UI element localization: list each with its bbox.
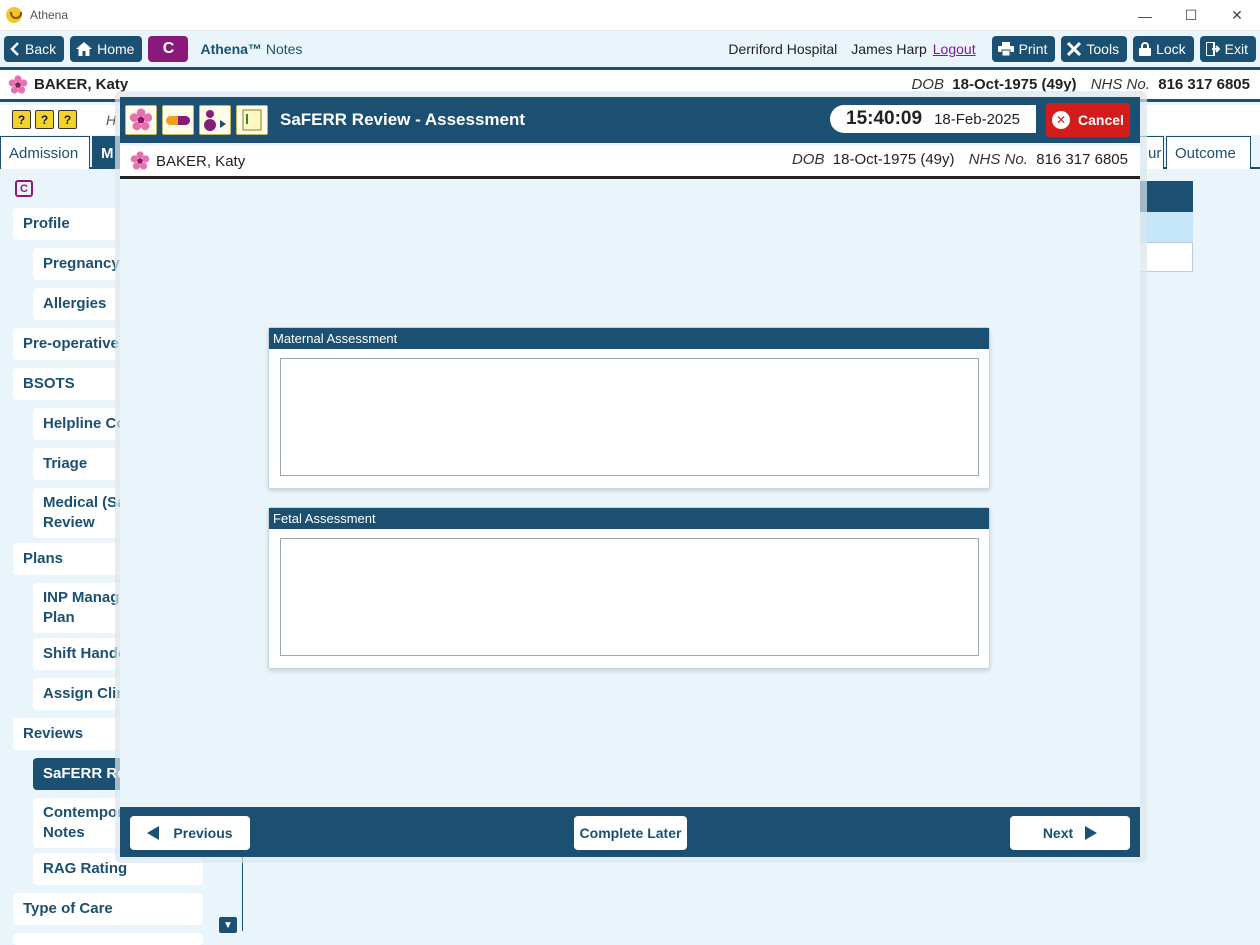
- nav-type-of-care[interactable]: Type of Care: [13, 893, 203, 925]
- fetal-assessment-heading: Fetal Assessment: [269, 508, 989, 529]
- fetal-assessment-field[interactable]: [280, 538, 979, 656]
- help-alt-icon[interactable]: ?: [58, 110, 77, 129]
- close-circle-icon: ✕: [1052, 111, 1070, 129]
- nav-item-partial[interactable]: [13, 933, 203, 945]
- nhs-value: 816 317 6805: [1158, 76, 1250, 93]
- window-titlebar: Athena — ☐ ✕: [0, 0, 1260, 31]
- tab-outcome[interactable]: Outcome: [1166, 136, 1251, 169]
- brand-name: Athena™: [200, 41, 262, 57]
- maternal-assessment-heading: Maternal Assessment: [269, 328, 989, 349]
- lock-button[interactable]: Lock: [1133, 36, 1194, 62]
- complete-later-button[interactable]: Complete Later: [574, 816, 687, 850]
- back-label: Back: [25, 41, 57, 57]
- previous-label: Previous: [173, 825, 233, 841]
- flower-icon: [130, 151, 150, 171]
- print-button[interactable]: Print: [991, 36, 1056, 62]
- lock-label: Lock: [1156, 41, 1186, 57]
- bg-table-row[interactable]: [1140, 242, 1193, 272]
- modal-patient-info: DOB 18-Oct-1975 (49y) NHS No. 816 317 68…: [792, 151, 1128, 168]
- nav-medical-line1: Medical (Sa: [43, 494, 126, 511]
- arrow-left-icon: [147, 826, 160, 840]
- medication-icon[interactable]: [162, 105, 194, 135]
- minimize-button[interactable]: —: [1122, 0, 1168, 31]
- nav-inp-line2: Plan: [43, 609, 75, 626]
- back-button[interactable]: Back: [4, 36, 65, 62]
- next-button[interactable]: Next: [1010, 816, 1130, 850]
- dob-value: 18-Oct-1975 (49y): [832, 151, 955, 168]
- flower-icon: [8, 74, 28, 95]
- maximize-button[interactable]: ☐: [1168, 0, 1214, 31]
- previous-button[interactable]: Previous: [130, 816, 250, 850]
- clock-display: 15:40:09 18-Feb-2025: [830, 105, 1036, 133]
- cancel-label: Cancel: [1078, 112, 1124, 128]
- patient-name: BAKER, Katy: [34, 76, 129, 93]
- fetal-assessment-panel: Fetal Assessment: [268, 507, 990, 669]
- nav-inp-line1: INP Manag: [43, 589, 120, 606]
- list-help-icon[interactable]: ?: [12, 110, 31, 129]
- tools-button[interactable]: Tools: [1061, 36, 1128, 62]
- exit-button[interactable]: Exit: [1199, 36, 1256, 62]
- window-title: Athena: [30, 8, 69, 22]
- hospital-name: Derriford Hospital: [728, 41, 838, 57]
- arrow-right-icon: [1085, 826, 1098, 840]
- maternal-assessment-field[interactable]: [280, 358, 979, 476]
- chevron-left-icon: [10, 42, 20, 56]
- nav-contemp-line2: Notes: [43, 824, 85, 841]
- home-label: Home: [97, 41, 135, 57]
- maternal-assessment-panel: Maternal Assessment: [268, 327, 990, 489]
- cancel-button[interactable]: ✕ Cancel: [1046, 103, 1130, 137]
- logout-link[interactable]: Logout: [933, 41, 976, 57]
- nhs-value: 816 317 6805: [1036, 151, 1128, 168]
- flower-icon[interactable]: [125, 105, 157, 135]
- nhs-label: NHS No.: [968, 151, 1028, 168]
- bg-table-row[interactable]: [1140, 212, 1193, 242]
- notes-icon[interactable]: [236, 105, 268, 135]
- c-button[interactable]: C: [148, 36, 189, 62]
- app-brand: Athena™ Notes: [200, 41, 302, 57]
- dob-label: DOB: [791, 151, 825, 168]
- brand-suffix: Notes: [265, 41, 303, 57]
- exit-icon: [1205, 42, 1220, 56]
- tab-admission[interactable]: Admission: [0, 136, 90, 169]
- modal-header: SaFERR Review - Assessment 15:40:09 18-F…: [120, 97, 1140, 143]
- next-label: Next: [1042, 825, 1074, 841]
- modal-title: SaFERR Review - Assessment: [280, 110, 526, 129]
- exit-label: Exit: [1224, 41, 1248, 57]
- printer-icon: [997, 42, 1014, 56]
- tools-label: Tools: [1086, 41, 1120, 57]
- nav-medical-line2: Review: [43, 514, 95, 531]
- home-icon: [76, 42, 93, 56]
- modal-patient-banner: BAKER, Katy DOB 18-Oct-1975 (49y) NHS No…: [120, 143, 1140, 179]
- user-name: James Harp: [851, 41, 927, 57]
- baby-forward-icon[interactable]: [199, 105, 231, 135]
- help-icon[interactable]: ?: [35, 110, 54, 129]
- modal-patient-name: BAKER, Katy: [156, 152, 246, 170]
- lock-icon: [1139, 42, 1152, 56]
- c-badge-icon: C: [15, 180, 33, 197]
- clock-date: 18-Feb-2025: [934, 110, 1020, 128]
- print-label: Print: [1018, 41, 1048, 57]
- scroll-down-icon[interactable]: ▼: [219, 917, 237, 933]
- nav-contemp-line1: Contempor: [43, 804, 123, 821]
- close-window-button[interactable]: ✕: [1214, 0, 1260, 31]
- main-toolbar: Back Home C Athena™ Notes Derriford Hosp…: [0, 31, 1260, 67]
- saferr-modal: SaFERR Review - Assessment 15:40:09 18-F…: [120, 97, 1140, 857]
- bg-table-header: [1140, 181, 1193, 212]
- tools-icon: [1067, 42, 1082, 56]
- athena-logo-icon: [6, 7, 22, 23]
- modal-footer: Previous Complete Later Next: [120, 807, 1140, 857]
- clock-time: 15:40:09: [846, 108, 923, 129]
- home-button[interactable]: Home: [70, 36, 143, 62]
